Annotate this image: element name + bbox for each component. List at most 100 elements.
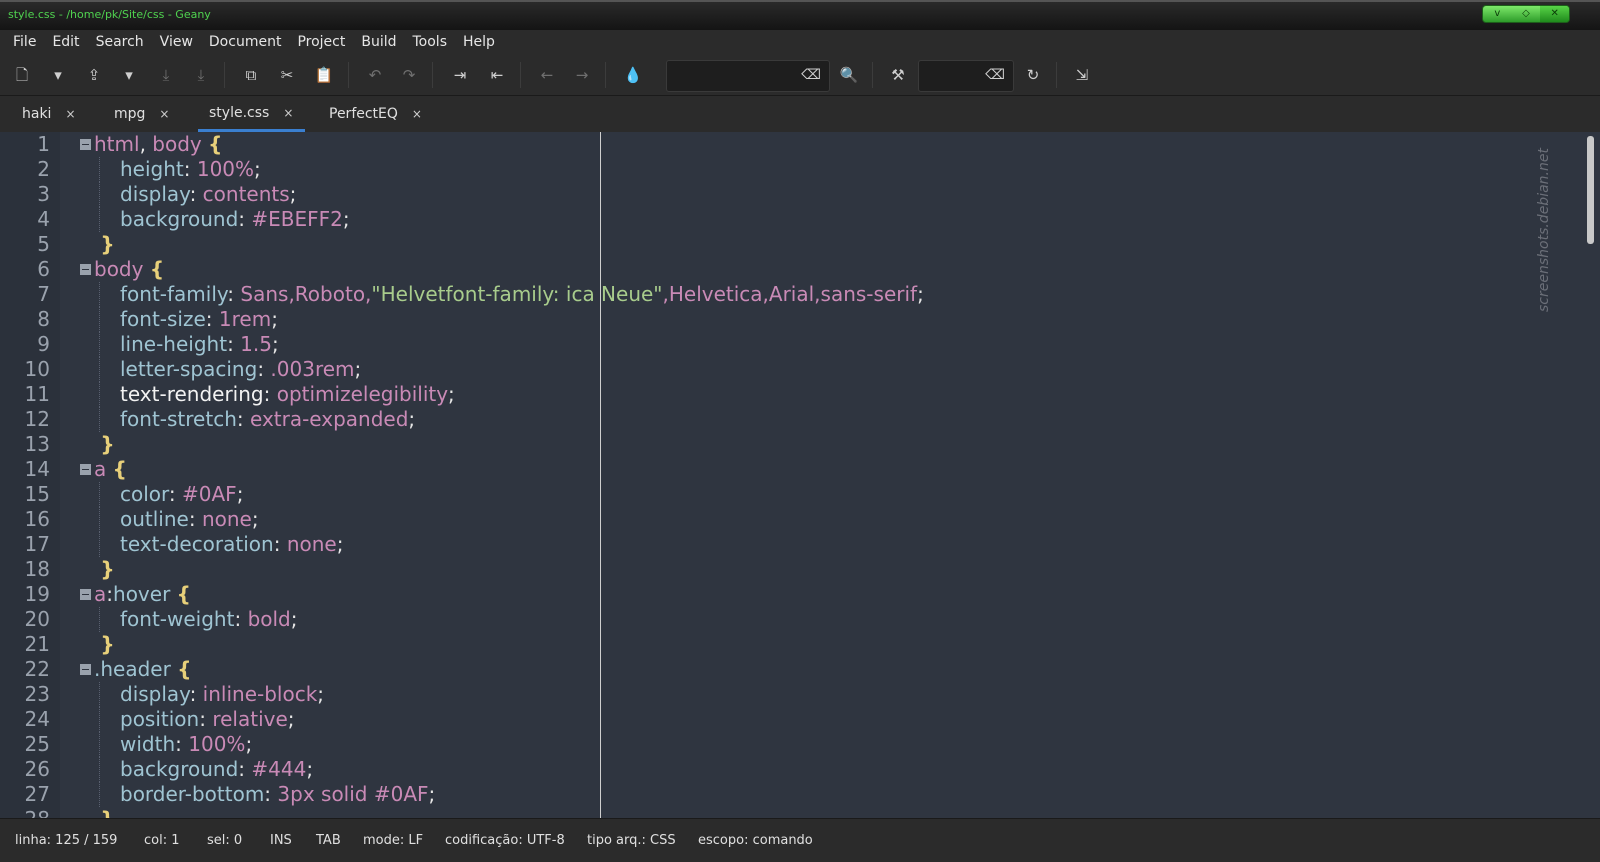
menu-view[interactable]: View: [153, 34, 200, 50]
code-token: text-rendering: [120, 382, 264, 406]
minimize-button[interactable]: v: [1483, 6, 1512, 22]
chevron-down-icon[interactable]: ▾: [47, 65, 69, 85]
cut-icon[interactable]: ✂: [276, 65, 298, 85]
code-line[interactable]: 3 display: contents;: [0, 182, 1580, 207]
code-line[interactable]: 16 outline: none;: [0, 507, 1580, 532]
code-line[interactable]: 17 text-decoration: none;: [0, 532, 1580, 557]
tab-label: PerfectEQ: [329, 106, 398, 122]
code-line[interactable]: 22 .header {: [0, 657, 1580, 682]
fold-toggle-icon[interactable]: [80, 264, 91, 275]
chevron-down-icon[interactable]: ▾: [118, 65, 140, 85]
maximize-button[interactable]: ◇: [1512, 6, 1541, 22]
quit-icon[interactable]: ⇲: [1071, 65, 1093, 85]
code-token: display: [120, 182, 190, 206]
menu-help[interactable]: Help: [456, 34, 502, 50]
vertical-scrollbar[interactable]: [1587, 136, 1594, 244]
code-line[interactable]: 7 font-family: Sans,Roboto,"Helvetfont-fa…: [0, 282, 1580, 307]
undo-icon[interactable]: ↶: [364, 65, 386, 85]
menu-file[interactable]: File: [6, 34, 43, 50]
close-tab-icon[interactable]: ×: [283, 106, 293, 120]
code-line[interactable]: 18 }: [0, 557, 1580, 582]
code-token: ;: [289, 182, 297, 206]
code-line[interactable]: 23 display: inline-block;: [0, 682, 1580, 707]
new-file-icon[interactable]: 🗋: [11, 65, 33, 85]
menu-edit[interactable]: Edit: [45, 34, 86, 50]
code-line[interactable]: 2 height: 100%;: [0, 157, 1580, 182]
close-window-button[interactable]: ✕: [1540, 6, 1570, 22]
unindent-icon[interactable]: ⇤: [486, 65, 508, 85]
code-line[interactable]: 24 position: relative;: [0, 707, 1580, 732]
fold-toggle-icon[interactable]: [80, 589, 91, 600]
code-line[interactable]: 5 }: [0, 232, 1580, 257]
code-line[interactable]: 11 text-rendering: optimizelegibility;: [0, 382, 1580, 407]
menu-project[interactable]: Project: [290, 34, 352, 50]
code-text: text-decoration: none;: [120, 532, 343, 557]
paste-icon[interactable]: 📋: [313, 65, 335, 85]
watermark: screenshots.debian.net: [1536, 148, 1552, 312]
tab-mpg[interactable]: mpg ×: [114, 96, 169, 132]
goto-line-icon[interactable]: ↻: [1022, 65, 1044, 85]
tab-style-css[interactable]: style.css ×: [198, 96, 306, 132]
copy-icon[interactable]: ⧉: [240, 65, 262, 85]
close-tab-icon[interactable]: ×: [159, 107, 169, 121]
code-line[interactable]: 8 font-size: 1rem;: [0, 307, 1580, 332]
code-text: a:hover {: [94, 582, 191, 607]
menu-search[interactable]: Search: [89, 34, 151, 50]
clear-goto-icon[interactable]: ⌫: [985, 67, 1005, 83]
search-input[interactable]: ⌫: [666, 60, 830, 92]
search-icon[interactable]: 🔍: [838, 65, 860, 85]
code-token: Sans,Roboto,: [240, 282, 372, 306]
code-token: 1rem: [218, 307, 272, 331]
code-line[interactable]: 20 font-weight: bold;: [0, 607, 1580, 632]
clear-search-icon[interactable]: ⌫: [801, 67, 821, 83]
menu-document[interactable]: Document: [202, 34, 289, 50]
code-token: :: [168, 482, 183, 506]
code-token: optimizelegibility: [276, 382, 449, 406]
code-token: ;: [251, 507, 259, 531]
open-file-icon[interactable]: ⇪: [83, 65, 105, 85]
line-number: 4: [37, 207, 50, 231]
color-picker-icon[interactable]: 💧: [622, 65, 644, 85]
menu-build[interactable]: Build: [354, 34, 403, 50]
code-line[interactable]: 14 a {: [0, 457, 1580, 482]
indent-icon[interactable]: ⇥: [449, 65, 471, 85]
save-all-icon[interactable]: ⤓: [190, 65, 212, 85]
line-number: 12: [24, 407, 50, 431]
code-line[interactable]: 25 width: 100%;: [0, 732, 1580, 757]
code-token: :: [257, 357, 271, 381]
code-line[interactable]: 9 line-height: 1.5;: [0, 332, 1580, 357]
code-line[interactable]: 4 background: #EBEFF2;: [0, 207, 1580, 232]
indent-guide: [99, 182, 100, 207]
code-line[interactable]: 21 }: [0, 632, 1580, 657]
save-icon[interactable]: ⤓: [155, 65, 177, 85]
replace-icon[interactable]: ⚒: [887, 65, 909, 85]
fold-toggle-icon[interactable]: [80, 464, 91, 475]
code-editor[interactable]: 1 html, body {2 height: 100%; 3 display: con…: [0, 132, 1600, 818]
tab-haki[interactable]: haki ×: [22, 96, 76, 132]
code-line[interactable]: 27 border-bottom: 3px solid #0AF;: [0, 782, 1580, 807]
code-line[interactable]: 6 body {: [0, 257, 1580, 282]
code-token: }: [100, 557, 115, 581]
tab-perfecteq[interactable]: PerfectEQ ×: [329, 96, 422, 132]
code-text: .header {: [94, 657, 191, 682]
code-line[interactable]: 26 background: #444;: [0, 757, 1580, 782]
code-line[interactable]: 15 color: #0AF;: [0, 482, 1580, 507]
redo-icon[interactable]: ↷: [398, 65, 420, 85]
code-line[interactable]: 10 letter-spacing: .003rem;: [0, 357, 1580, 382]
code-line[interactable]: 1 html, body {: [0, 132, 1580, 157]
close-tab-icon[interactable]: ×: [412, 107, 422, 121]
menu-tools[interactable]: Tools: [406, 34, 455, 50]
code-line[interactable]: 12 font-stretch: extra-expanded;: [0, 407, 1580, 432]
code-token: ;: [287, 707, 295, 731]
forward-arrow-icon[interactable]: →: [571, 65, 593, 85]
code-line[interactable]: 28 }: [0, 807, 1580, 818]
back-arrow-icon[interactable]: ←: [536, 65, 558, 85]
code-token: color: [120, 482, 169, 506]
code-line[interactable]: 19 a:hover {: [0, 582, 1580, 607]
fold-toggle-icon[interactable]: [80, 139, 91, 150]
code-line[interactable]: 13 }: [0, 432, 1580, 457]
goto-line-input[interactable]: ⌫: [918, 60, 1014, 92]
fold-toggle-icon[interactable]: [80, 664, 91, 675]
close-tab-icon[interactable]: ×: [65, 107, 75, 121]
indent-guide: [99, 782, 100, 807]
